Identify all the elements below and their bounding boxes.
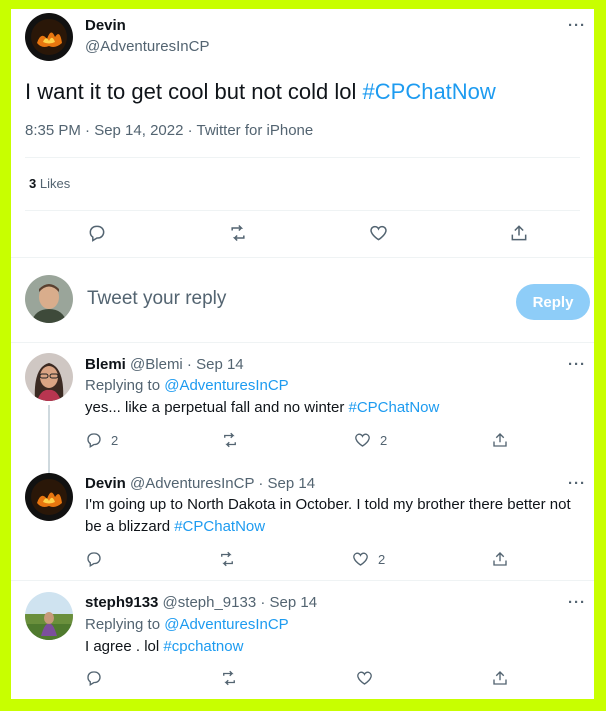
replying-to: Replying to @AdventuresInCP bbox=[85, 614, 289, 636]
reply-text-body: be a blizzard bbox=[85, 518, 175, 535]
like-icon[interactable] bbox=[355, 669, 374, 687]
retweet-icon[interactable] bbox=[217, 550, 237, 568]
reply-text-line: I'm going up to North Dakota in October.… bbox=[85, 496, 571, 513]
avatar[interactable] bbox=[25, 13, 73, 61]
likes-stat[interactable]: 3 Likes bbox=[29, 176, 70, 191]
share-icon[interactable] bbox=[491, 550, 509, 568]
reply-input[interactable]: Tweet your reply bbox=[87, 288, 226, 310]
reply-header: Devin @AdventuresInCP · Sep 14 bbox=[85, 475, 315, 492]
mention-link[interactable]: @AdventuresInCP bbox=[164, 377, 288, 394]
reply-icon bbox=[85, 431, 103, 449]
user-avatar[interactable] bbox=[25, 275, 73, 323]
author-name[interactable]: steph9133 bbox=[85, 594, 158, 611]
hashtag-link[interactable]: #CPChatNow bbox=[363, 79, 496, 104]
share-icon[interactable] bbox=[491, 431, 509, 449]
retweet-icon[interactable] bbox=[219, 669, 239, 687]
reply-action[interactable]: 2 bbox=[85, 431, 118, 449]
reply-header: Blemi @Blemi · Sep 14 bbox=[85, 356, 244, 373]
more-options-icon[interactable]: ··· bbox=[568, 356, 586, 373]
divider bbox=[25, 157, 580, 158]
mention-link[interactable]: @AdventuresInCP bbox=[164, 616, 288, 633]
avatar[interactable] bbox=[25, 592, 73, 640]
like-icon[interactable] bbox=[368, 223, 389, 243]
reply-action-bar: 2 2 bbox=[11, 429, 594, 469]
avatar[interactable] bbox=[25, 353, 73, 401]
retweet-icon[interactable] bbox=[227, 223, 249, 243]
reply-icon[interactable] bbox=[87, 223, 107, 243]
more-options-icon[interactable]: ··· bbox=[568, 17, 586, 34]
share-icon[interactable] bbox=[509, 223, 529, 243]
hashtag-link[interactable]: #CPChatNow bbox=[348, 399, 439, 416]
reply-icon[interactable] bbox=[85, 550, 103, 568]
reply-icon[interactable] bbox=[85, 669, 103, 687]
author-name[interactable]: Blemi bbox=[85, 356, 126, 373]
reply-action-bar bbox=[11, 667, 594, 699]
tweet-action-bar bbox=[11, 215, 594, 255]
divider bbox=[25, 210, 580, 211]
divider bbox=[11, 342, 594, 343]
hashtag-link[interactable]: #cpchatnow bbox=[163, 638, 243, 655]
share-icon[interactable] bbox=[491, 669, 509, 687]
tweet-thread-panel: Devin @AdventuresInCP ··· I want it to g… bbox=[11, 9, 594, 699]
author-handle-time[interactable]: @Blemi · Sep 14 bbox=[130, 356, 244, 373]
tweet-text: I want it to get cool but not cold lol #… bbox=[25, 78, 496, 106]
like-count: 2 bbox=[378, 551, 386, 567]
like-count: 2 bbox=[380, 432, 388, 448]
author-name[interactable]: Devin bbox=[85, 475, 126, 492]
like-action[interactable]: 2 bbox=[351, 550, 385, 568]
reply-action-bar: 2 bbox=[11, 548, 594, 588]
more-options-icon[interactable]: ··· bbox=[568, 594, 586, 611]
reply-text: I agree . lol #cpchatnow bbox=[85, 636, 243, 658]
reply-button[interactable]: Reply bbox=[516, 284, 590, 320]
replying-to: Replying to @AdventuresInCP bbox=[85, 375, 289, 397]
likes-count: 3 bbox=[29, 176, 37, 191]
tweet-text-body: I want it to get cool but not cold lol bbox=[25, 79, 363, 104]
more-options-icon[interactable]: ··· bbox=[568, 475, 586, 492]
author-handle[interactable]: @AdventuresInCP bbox=[85, 38, 209, 55]
replying-to-label: Replying to bbox=[85, 616, 165, 633]
author-name[interactable]: Devin bbox=[85, 17, 126, 34]
reply-text-body: I agree . lol bbox=[85, 638, 164, 655]
divider bbox=[11, 580, 594, 581]
reply-text-line: be a blizzard #CPChatNow bbox=[85, 516, 265, 538]
divider bbox=[11, 257, 594, 258]
like-icon bbox=[353, 431, 372, 449]
retweet-icon[interactable] bbox=[220, 431, 240, 449]
avatar[interactable] bbox=[25, 473, 73, 521]
like-icon bbox=[351, 550, 370, 568]
reply-text: yes... like a perpetual fall and no wint… bbox=[85, 397, 439, 419]
reply-text-body: yes... like a perpetual fall and no wint… bbox=[85, 399, 349, 416]
author-handle-time[interactable]: @AdventuresInCP · Sep 14 bbox=[130, 475, 315, 492]
reply-count: 2 bbox=[111, 432, 119, 448]
like-action[interactable]: 2 bbox=[353, 431, 387, 449]
author-handle-time[interactable]: @steph_9133 · Sep 14 bbox=[163, 594, 318, 611]
replying-to-label: Replying to bbox=[85, 377, 165, 394]
tweet-timestamp[interactable]: 8:35 PM · Sep 14, 2022 · Twitter for iPh… bbox=[25, 122, 313, 139]
hashtag-link[interactable]: #CPChatNow bbox=[174, 518, 265, 535]
reply-header: steph9133 @steph_9133 · Sep 14 bbox=[85, 594, 317, 611]
likes-label: Likes bbox=[39, 176, 71, 191]
